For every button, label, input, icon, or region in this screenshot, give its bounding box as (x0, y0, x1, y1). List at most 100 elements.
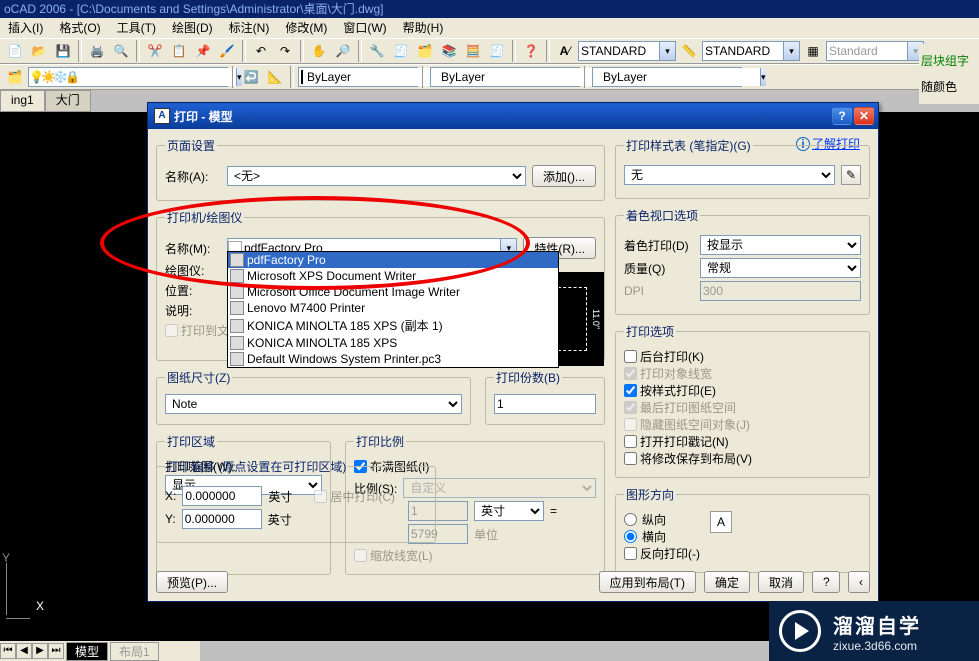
make-cur-layer-icon[interactable]: 📐 (264, 66, 286, 88)
side-block-label[interactable]: 层块组字 (921, 48, 977, 74)
menu-modify[interactable]: 修改(M) (277, 18, 335, 38)
dialog-help-button[interactable]: ? (832, 107, 852, 125)
new-icon[interactable]: 📄 (4, 40, 26, 62)
properties-icon[interactable]: 🧾 (390, 40, 412, 62)
layer-icon[interactable]: 🗂️ (4, 66, 26, 88)
page-name-select[interactable]: <无> (227, 166, 526, 186)
add-page-setup-button[interactable]: 添加()... (532, 165, 596, 187)
scale-unit1-select[interactable]: 英寸 (474, 501, 544, 521)
layer-state-combo[interactable]: 💡 ☀️ ❄️ 🔒 ▾ (28, 67, 228, 87)
preview-button[interactable]: 预览(P)... (156, 571, 228, 593)
tablestyle-combo[interactable]: ▾ (826, 41, 924, 61)
plot-style-select[interactable]: 无 (624, 165, 835, 185)
printer-dropdown-list[interactable]: pdfFactory Pro Microsoft XPS Document Wr… (227, 251, 559, 368)
match-icon[interactable]: 🖌️ (216, 40, 238, 62)
last-tab-icon[interactable]: ⏭ (48, 643, 64, 659)
dropdown-icon[interactable]: ▾ (783, 42, 799, 60)
dropdown-icon[interactable]: ▾ (760, 68, 766, 86)
prev-tab-icon[interactable]: ◀ (16, 643, 32, 659)
separator (242, 40, 246, 62)
lw-checkbox (624, 367, 637, 380)
first-tab-icon[interactable]: ⏮ (0, 643, 16, 659)
save-icon[interactable]: 💾 (52, 40, 74, 62)
pencil-icon: ✎ (846, 168, 856, 182)
watermark-site: zixue.3d66.com (833, 639, 921, 653)
textstyle-combo[interactable]: ▾ (578, 41, 676, 61)
qcalc-icon[interactable]: 🧾 (486, 40, 508, 62)
portrait-radio[interactable] (624, 513, 637, 526)
landscape-radio[interactable] (624, 530, 637, 543)
drawing-tab-active[interactable]: 大门 (45, 90, 91, 112)
ok-button[interactable]: 确定 (704, 571, 750, 593)
menu-format[interactable]: 格式(O) (51, 18, 108, 38)
quality-select[interactable]: 常规 (700, 258, 861, 278)
dpi-input (700, 281, 861, 301)
undo-icon[interactable]: ↶ (250, 40, 272, 62)
layout-tab[interactable]: 布局1 (110, 642, 159, 661)
help-icon[interactable]: ❓ (520, 40, 542, 62)
layerprev-icon[interactable]: ↩️ (240, 66, 262, 88)
copies-input[interactable] (494, 394, 596, 414)
menu-draw[interactable]: 绘图(D) (164, 18, 221, 38)
color-combo[interactable]: ▾ (298, 67, 418, 87)
bg-print-checkbox[interactable] (624, 350, 637, 363)
stamp-checkbox[interactable] (624, 435, 637, 448)
menu-insert[interactable]: 插入(I) (0, 18, 51, 38)
printer-option[interactable]: Microsoft XPS Document Writer (228, 268, 558, 284)
printer-option[interactable]: KONICA MINOLTA 185 XPS (228, 335, 558, 351)
printer-option[interactable]: Lenovo M7400 Printer (228, 300, 558, 316)
tool-palette-icon[interactable]: 🗂️ (414, 40, 436, 62)
print-icon[interactable]: 🖨️ (86, 40, 108, 62)
markup-icon[interactable]: 🧮 (462, 40, 484, 62)
separator (300, 40, 304, 62)
printer-option[interactable]: KONICA MINOLTA 185 XPS (副本 1) (228, 316, 558, 335)
dialog-close-button[interactable]: ✕ (854, 107, 874, 125)
save-layout-checkbox[interactable] (624, 452, 637, 465)
zoom-icon[interactable]: 🔎 (332, 40, 354, 62)
cancel-button[interactable]: 取消 (758, 571, 804, 593)
paste-icon[interactable]: 📌 (192, 40, 214, 62)
design-center-icon[interactable]: 🔧 (366, 40, 388, 62)
printer-option[interactable]: Microsoft Office Document Image Writer (228, 284, 558, 300)
menu-dim[interactable]: 标注(N) (221, 18, 278, 38)
help-button[interactable]: ? (812, 571, 840, 593)
next-tab-icon[interactable]: ▶ (32, 643, 48, 659)
dropdown-icon[interactable]: ▾ (659, 42, 675, 60)
dimstyle-combo[interactable]: ▾ (702, 41, 800, 61)
paper-size-select[interactable]: Note (165, 394, 462, 414)
print-to-file-checkbox[interactable] (165, 324, 178, 337)
apply-to-layout-button[interactable]: 应用到布局(T) (599, 571, 696, 593)
side-color-label[interactable]: 随颜色 (921, 74, 977, 100)
menu-window[interactable]: 窗口(W) (335, 18, 394, 38)
menu-tools[interactable]: 工具(T) (109, 18, 164, 38)
copy-icon[interactable]: 📋 (168, 40, 190, 62)
cut-icon[interactable]: ✂️ (144, 40, 166, 62)
tablestyle-icon[interactable]: ▦ (802, 40, 824, 62)
offset-y-input[interactable] (182, 509, 262, 529)
reverse-checkbox[interactable] (624, 547, 637, 560)
preview-icon[interactable]: 🔍 (110, 40, 132, 62)
printer-option[interactable]: pdfFactory Pro (228, 252, 558, 268)
menu-help[interactable]: 帮助(H) (395, 18, 452, 38)
lineweight-combo[interactable]: ▾ (592, 67, 742, 87)
textstyle-icon[interactable]: A⁄ (554, 40, 576, 62)
dialog-title-bar[interactable]: A 打印 - 模型 ? ✕ (148, 103, 878, 129)
model-footer: ⏮ ◀ ▶ ⏭ 模型 布局1 (0, 641, 200, 661)
plot-area-legend: 打印区域 (165, 433, 217, 450)
shade-print-select[interactable]: 按显示 (700, 235, 861, 255)
dimstyle-icon[interactable]: 📏 (678, 40, 700, 62)
sun-icon: ☀️ (41, 70, 53, 84)
model-tab[interactable]: 模型 (66, 642, 108, 661)
open-icon[interactable]: 📂 (28, 40, 50, 62)
paper-size-group: 图纸尺寸(Z) Note (156, 369, 471, 425)
linetype-combo[interactable]: ▾ (430, 67, 580, 87)
edit-style-button[interactable]: ✎ (841, 165, 861, 185)
style-checkbox[interactable] (624, 384, 637, 397)
sheetset-icon[interactable]: 📚 (438, 40, 460, 62)
offset-x-input[interactable] (182, 486, 262, 506)
collapse-button[interactable]: ‹ (848, 571, 870, 593)
drawing-tab-1[interactable]: ing1 (0, 90, 45, 112)
pan-icon[interactable]: ✋ (308, 40, 330, 62)
printer-option[interactable]: Default Windows System Printer.pc3 (228, 351, 558, 367)
redo-icon[interactable]: ↷ (274, 40, 296, 62)
